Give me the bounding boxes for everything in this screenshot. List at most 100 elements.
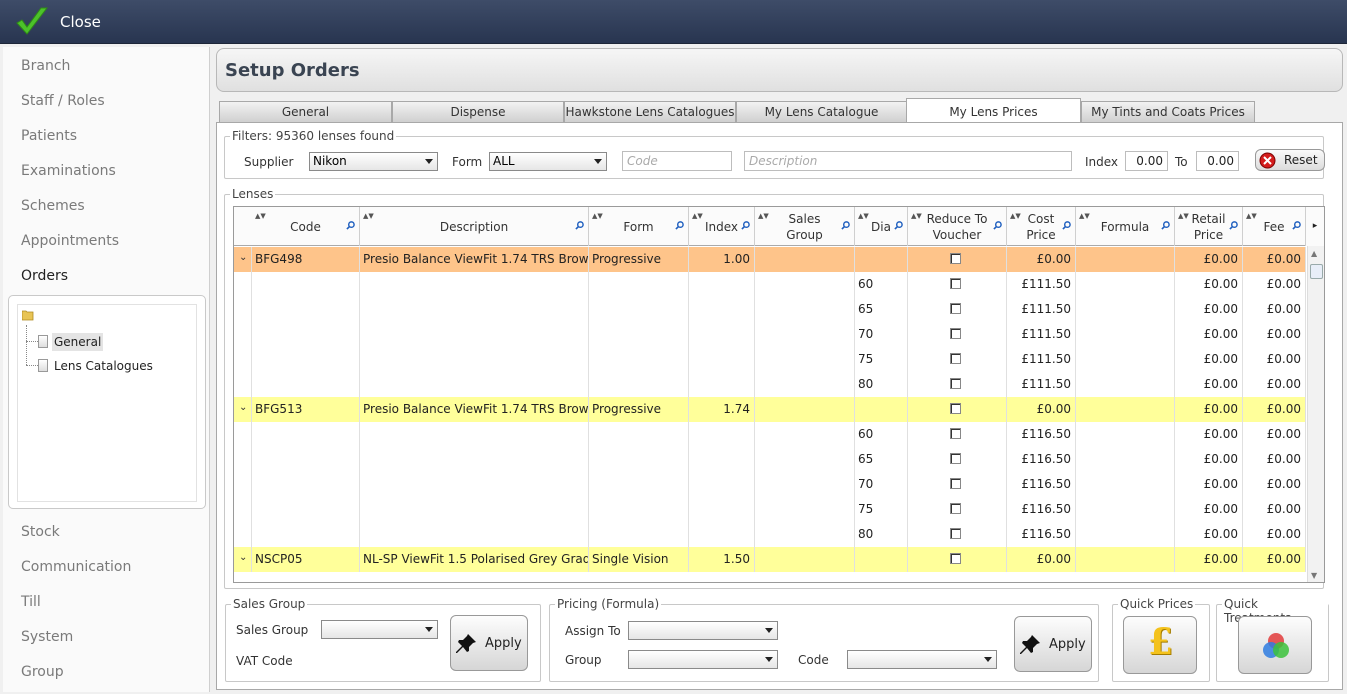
scroll-up-icon[interactable]: ▲: [1311, 249, 1317, 258]
search-icon[interactable]: [575, 221, 584, 230]
quick-treatments-button[interactable]: [1238, 616, 1312, 674]
column-header-code[interactable]: ▲▼ Code: [252, 207, 360, 246]
quick-prices-button[interactable]: £: [1123, 616, 1197, 674]
search-icon[interactable]: [993, 221, 1002, 230]
sort-icon[interactable]: ▲▼: [911, 208, 922, 224]
nav-item-patients[interactable]: Patients: [21, 128, 77, 144]
sort-icon[interactable]: ▲▼: [758, 208, 769, 224]
diameter-row[interactable]: 60 £116.50 £0.00 £0.00: [234, 422, 1306, 447]
lens-row[interactable]: ⌄ BFG513 Presio Balance ViewFit 1.74 TRS B…: [234, 397, 1306, 422]
column-header-formula[interactable]: ▲▼ Formula: [1076, 207, 1175, 246]
sort-icon[interactable]: ▲▼: [1246, 208, 1257, 224]
reduce-to-voucher-checkbox[interactable]: [950, 428, 961, 439]
expand-cell[interactable]: ⌄: [234, 547, 252, 572]
nav-item-till[interactable]: Till: [21, 594, 41, 610]
nav-item-communication[interactable]: Communication: [21, 559, 131, 575]
reduce-to-voucher-checkbox[interactable]: [950, 478, 961, 489]
nav-item-staff-roles[interactable]: Staff / Roles: [21, 93, 105, 109]
search-icon[interactable]: [346, 221, 355, 230]
pricing-apply-button[interactable]: Apply: [1014, 616, 1092, 672]
supplier-select[interactable]: Nikon: [309, 152, 438, 171]
assign-to-select[interactable]: [628, 621, 778, 640]
tab-my-lens-prices[interactable]: My Lens Prices: [906, 98, 1081, 123]
column-header-index[interactable]: ▲▼ Index: [689, 207, 755, 246]
scrollbar-thumb[interactable]: [1310, 264, 1323, 279]
form-select[interactable]: ALL: [489, 152, 607, 171]
nav-item-examinations[interactable]: Examinations: [21, 163, 116, 179]
nav-item-stock[interactable]: Stock: [21, 524, 60, 540]
search-icon[interactable]: [1062, 221, 1071, 230]
vertical-scrollbar[interactable]: ▲ ▼: [1307, 246, 1324, 582]
column-header-description[interactable]: ▲▼ Description: [360, 207, 589, 246]
scroll-down-icon[interactable]: ▼: [1311, 571, 1317, 580]
sort-icon[interactable]: ▲▼: [592, 208, 603, 224]
column-header-retail-price[interactable]: ▲▼ Retail Price: [1175, 207, 1243, 246]
expand-cell[interactable]: ⌄: [234, 247, 252, 272]
column-header-dia[interactable]: ▲▼ Dia: [855, 207, 908, 246]
diameter-row[interactable]: 70 £111.50 £0.00 £0.00: [234, 322, 1306, 347]
code-select[interactable]: [847, 650, 997, 669]
reduce-to-voucher-checkbox[interactable]: [950, 403, 961, 414]
chevron-down-icon[interactable]: ⌄: [239, 397, 247, 419]
chevron-down-icon[interactable]: ⌄: [239, 247, 247, 269]
reduce-to-voucher-checkbox[interactable]: [950, 328, 961, 339]
search-icon[interactable]: [1229, 221, 1238, 230]
reduce-to-voucher-checkbox[interactable]: [950, 378, 961, 389]
column-header-form[interactable]: ▲▼ Form: [589, 207, 689, 246]
tab-hawkstone-lens-catalogues[interactable]: Hawkstone Lens Catalogues: [564, 101, 736, 122]
column-header-fee[interactable]: ▲▼ Fee: [1243, 207, 1306, 246]
expand-cell[interactable]: ⌄: [234, 397, 252, 422]
close-button[interactable]: Close: [14, 4, 101, 40]
search-icon[interactable]: [675, 221, 684, 230]
nav-item-system[interactable]: System: [21, 629, 73, 645]
sort-icon[interactable]: ▲▼: [692, 208, 703, 224]
column-header-sales-group[interactable]: ▲▼ Sales Group: [755, 207, 855, 246]
index-from-input[interactable]: 0.00: [1125, 151, 1168, 171]
tab-dispense[interactable]: Dispense: [392, 101, 564, 122]
description-input[interactable]: Description: [744, 151, 1072, 171]
diameter-row[interactable]: 65 £116.50 £0.00 £0.00: [234, 447, 1306, 472]
diameter-row[interactable]: 80 £116.50 £0.00 £0.00: [234, 522, 1306, 547]
nav-item-schemes[interactable]: Schemes: [21, 198, 85, 214]
search-icon[interactable]: [894, 221, 903, 230]
index-to-input[interactable]: 0.00: [1196, 151, 1239, 171]
nav-item-orders[interactable]: Orders: [21, 268, 68, 284]
diameter-row[interactable]: 80 £111.50 £0.00 £0.00: [234, 372, 1306, 397]
search-icon[interactable]: [841, 221, 850, 230]
tab-my-tints-and-coats-prices[interactable]: My Tints and Coats Prices: [1081, 101, 1255, 122]
sales-group-select[interactable]: [321, 620, 438, 639]
reduce-to-voucher-checkbox[interactable]: [950, 528, 961, 539]
column-header-cost-price[interactable]: ▲▼ Cost Price: [1007, 207, 1076, 246]
sales-group-apply-button[interactable]: Apply: [450, 615, 528, 671]
search-icon[interactable]: [741, 221, 750, 230]
lens-row[interactable]: ⌄ BFG498 Presio Balance ViewFit 1.74 TRS B…: [234, 247, 1306, 272]
search-icon[interactable]: [1161, 221, 1170, 230]
tree-item-lens-catalogues[interactable]: Lens Catalogues: [52, 357, 155, 375]
tree-item-general[interactable]: General: [52, 333, 104, 351]
sort-icon[interactable]: ▲▼: [255, 208, 266, 224]
reduce-to-voucher-checkbox[interactable]: [950, 553, 961, 564]
sort-icon[interactable]: ▲▼: [858, 208, 869, 224]
tab-my-lens-catalogue[interactable]: My Lens Catalogue: [736, 101, 907, 122]
nav-item-appointments[interactable]: Appointments: [21, 233, 119, 249]
sort-icon[interactable]: ▲▼: [363, 208, 374, 224]
column-header-reduce-to-voucher[interactable]: ▲▼ Reduce To Voucher: [908, 207, 1007, 246]
tab-general[interactable]: General: [219, 101, 392, 122]
reduce-to-voucher-checkbox[interactable]: [950, 278, 961, 289]
nav-item-branch[interactable]: Branch: [21, 58, 70, 74]
reduce-to-voucher-checkbox[interactable]: [950, 303, 961, 314]
lens-row[interactable]: ⌄ NSCP05 NL-SP ViewFit 1.5 Polarised Grey …: [234, 547, 1306, 572]
nav-item-group[interactable]: Group: [21, 664, 64, 680]
code-input[interactable]: Code: [622, 151, 732, 171]
diameter-row[interactable]: 65 £111.50 £0.00 £0.00: [234, 297, 1306, 322]
group-select[interactable]: [628, 650, 778, 669]
diameter-row[interactable]: 60 £111.50 £0.00 £0.00: [234, 272, 1306, 297]
reduce-to-voucher-checkbox[interactable]: [950, 253, 961, 264]
chevron-down-icon[interactable]: ⌄: [239, 547, 247, 569]
sort-icon[interactable]: ▲▼: [1079, 208, 1090, 224]
search-icon[interactable]: [1292, 221, 1301, 230]
scroll-right-icon[interactable]: ▸: [1306, 207, 1324, 246]
diameter-row[interactable]: 75 £116.50 £0.00 £0.00: [234, 497, 1306, 522]
reduce-to-voucher-checkbox[interactable]: [950, 353, 961, 364]
reset-button[interactable]: Reset: [1255, 149, 1325, 171]
